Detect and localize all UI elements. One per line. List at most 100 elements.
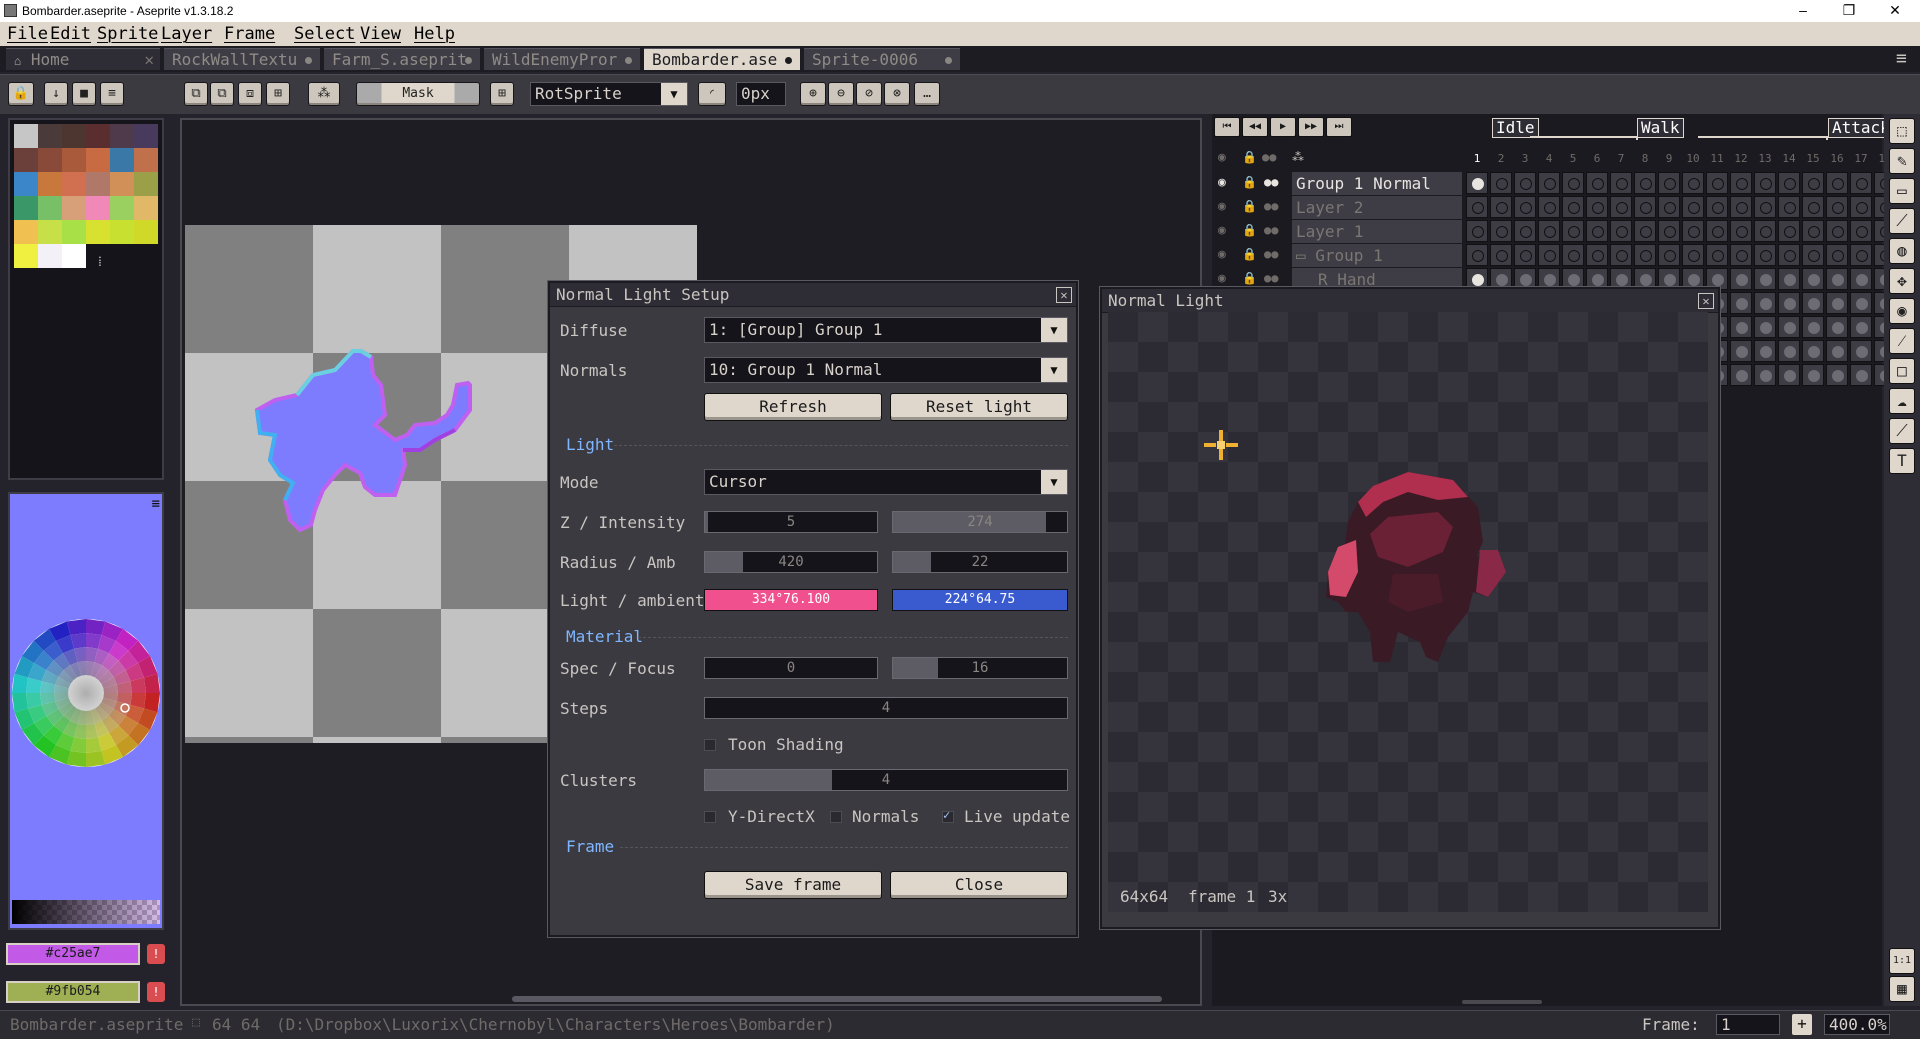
cel[interactable] — [1658, 196, 1680, 218]
rotate-icon[interactable]: ⊗ — [884, 82, 910, 106]
cel[interactable] — [1778, 220, 1800, 242]
frame-number[interactable]: 8 — [1634, 152, 1656, 165]
ambient-slider[interactable]: 22 — [892, 551, 1068, 573]
layer-name[interactable]: ▭ Group 1 — [1292, 244, 1462, 267]
palette-swatch[interactable] — [62, 124, 86, 148]
bg-warning-icon[interactable]: ! — [147, 982, 165, 1002]
cel[interactable] — [1730, 220, 1752, 242]
cel[interactable] — [1658, 244, 1680, 266]
live-update-checkbox[interactable] — [942, 808, 954, 823]
cel[interactable] — [1754, 196, 1776, 218]
cel[interactable] — [1850, 340, 1872, 362]
mode-select[interactable]: Cursor ▼ — [704, 469, 1068, 495]
cel[interactable] — [1706, 172, 1728, 194]
spec-slider[interactable]: 0 — [704, 657, 878, 679]
cel[interactable] — [1802, 244, 1824, 266]
cel[interactable] — [1802, 364, 1824, 386]
grid-icon[interactable]: ⊞ — [490, 82, 514, 106]
frame-number[interactable]: 9 — [1658, 152, 1680, 165]
layer-row[interactable]: ◉ 🔒 ●● Group 1 Normal — [1212, 172, 1896, 196]
eye-icon[interactable]: ◉ — [1218, 199, 1226, 214]
close-button[interactable]: Close — [890, 871, 1068, 899]
palette-swatch[interactable] — [134, 148, 158, 172]
continuous-icon[interactable]: ●● — [1264, 271, 1278, 285]
angle-snap-icon[interactable]: ◜ — [698, 82, 726, 106]
actual-size-icon[interactable]: 1:1 — [1889, 948, 1915, 974]
cel[interactable] — [1490, 244, 1512, 266]
alpha-slider[interactable] — [12, 900, 160, 924]
palette-swatch[interactable] — [86, 220, 110, 244]
frame-number[interactable]: 13 — [1754, 152, 1776, 165]
pencil-tool-icon[interactable]: ✎ — [1889, 148, 1915, 174]
normals-select[interactable]: 10: Group 1 Normal ▼ — [704, 357, 1068, 383]
tag-idle[interactable]: Idle — [1492, 118, 1539, 138]
radius-slider[interactable]: 420 — [704, 551, 878, 573]
reset-light-button[interactable]: Reset light — [890, 393, 1068, 421]
cel[interactable] — [1826, 220, 1848, 242]
grid-toggle-icon[interactable]: ▦ — [1889, 976, 1915, 1002]
cel[interactable] — [1730, 268, 1752, 290]
pixel-offset-field[interactable]: 0px — [736, 82, 786, 106]
eye-icon[interactable]: ◉ — [1218, 175, 1226, 190]
cel[interactable] — [1610, 220, 1632, 242]
cel[interactable] — [1706, 244, 1728, 266]
cel[interactable] — [1586, 220, 1608, 242]
cel[interactable] — [1826, 268, 1848, 290]
frame-number-input[interactable]: 1 — [1716, 1014, 1780, 1035]
frame-number[interactable]: 5 — [1562, 152, 1584, 165]
palette-swatch[interactable] — [62, 220, 86, 244]
cel[interactable] — [1802, 292, 1824, 314]
tab-sprite-0006[interactable]: Sprite-0006 — [804, 48, 960, 70]
play-button[interactable]: ▶ — [1270, 117, 1296, 137]
cel[interactable] — [1778, 316, 1800, 338]
cel[interactable] — [1682, 172, 1704, 194]
palette-swatch[interactable] — [134, 172, 158, 196]
cel[interactable] — [1538, 244, 1560, 266]
blur-tool-icon[interactable]: ☁ — [1889, 388, 1915, 414]
eraser-tool-icon[interactable]: ▭ — [1889, 178, 1915, 204]
tab-farm[interactable]: Farm_S.aseprit — [324, 48, 480, 70]
text-tool-icon[interactable]: T — [1889, 448, 1915, 474]
tab-close-icon[interactable]: ✕ — [144, 49, 154, 71]
menu-view[interactable]: View — [360, 24, 401, 44]
light-color-button[interactable]: 334°76.100 — [704, 589, 878, 611]
cel[interactable] — [1586, 172, 1608, 194]
palette-swatch[interactable] — [110, 220, 134, 244]
palette-swatch[interactable] — [110, 196, 134, 220]
lock-icon[interactable]: 🔒 — [1242, 223, 1257, 237]
list-icon[interactable]: ≡ — [100, 82, 124, 106]
zoom-tool-icon[interactable]: ◍ — [1889, 238, 1915, 264]
cel[interactable] — [1754, 268, 1776, 290]
continuous-icon[interactable]: ●● — [1264, 199, 1278, 213]
frame-number[interactable]: 6 — [1586, 152, 1608, 165]
cel[interactable] — [1634, 220, 1656, 242]
palette-swatch[interactable] — [134, 124, 158, 148]
lock-icon[interactable]: 🔒 — [1242, 199, 1257, 213]
cel[interactable] — [1586, 196, 1608, 218]
palette-swatch[interactable] — [14, 124, 38, 148]
minimize-button[interactable]: – — [1780, 0, 1826, 22]
cel[interactable] — [1538, 172, 1560, 194]
palette-swatch[interactable] — [14, 220, 38, 244]
lock-icon[interactable]: 🔒 — [8, 82, 34, 106]
cel[interactable] — [1802, 316, 1824, 338]
cel[interactable] — [1730, 196, 1752, 218]
cel[interactable] — [1850, 268, 1872, 290]
cel[interactable] — [1754, 340, 1776, 362]
palette-swatch[interactable] — [134, 220, 158, 244]
lock-icon[interactable]: 🔒 — [1242, 271, 1257, 285]
cel[interactable] — [1514, 220, 1536, 242]
save-frame-button[interactable]: Save frame — [704, 871, 882, 899]
palette-swatch[interactable] — [38, 244, 62, 268]
cel[interactable] — [1658, 172, 1680, 194]
eye-icon[interactable]: ◉ — [1218, 271, 1226, 286]
cel[interactable] — [1754, 220, 1776, 242]
dialog-close-button[interactable]: ✕ — [1056, 287, 1072, 303]
selection-subtract-icon[interactable]: ⧈ — [238, 82, 262, 106]
eye-icon[interactable]: ◉ — [1218, 247, 1226, 262]
cel[interactable] — [1682, 196, 1704, 218]
cel[interactable] — [1514, 244, 1536, 266]
cel[interactable] — [1826, 364, 1848, 386]
onion-skin-icon[interactable]: ⁂ — [1292, 150, 1304, 164]
tab-wildenemy[interactable]: WildEnemyPror — [484, 48, 640, 70]
